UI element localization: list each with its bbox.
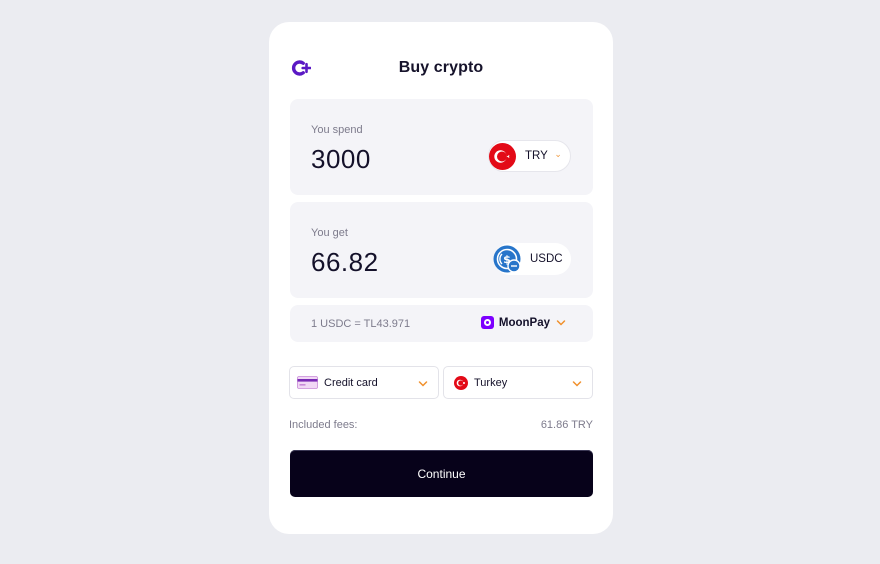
credit-card-icon	[297, 376, 318, 389]
turkey-flag-icon	[454, 375, 468, 390]
spend-panel: You spend 3000 TRY	[290, 99, 593, 195]
buy-crypto-widget: Buy crypto You spend 3000 TRY You get 66…	[269, 22, 613, 534]
chevron-down-icon	[572, 381, 582, 387]
payment-method-label: Credit card	[324, 376, 378, 389]
payment-method-select[interactable]: Credit card	[289, 366, 439, 399]
spend-currency-selector[interactable]: TRY	[488, 140, 571, 172]
chevron-down-icon	[418, 381, 428, 387]
rate-panel: 1 USDC = TL43.971 MoonPay	[290, 305, 593, 342]
moonpay-icon	[480, 316, 494, 329]
spend-amount-input[interactable]: 3000	[311, 144, 371, 175]
get-label: You get	[311, 227, 348, 239]
chevron-down-icon	[556, 319, 566, 326]
exchange-rate-text: 1 USDC = TL43.971	[311, 318, 411, 330]
get-currency-selector[interactable]: $ USDC	[493, 243, 571, 275]
page-title: Buy crypto	[398, 59, 484, 76]
fees-label: Included fees:	[289, 419, 358, 431]
turkey-flag-icon	[489, 142, 516, 170]
usdc-icon: $	[493, 245, 521, 273]
country-label: Turkey	[474, 376, 508, 389]
provider-selector[interactable]: MoonPay	[480, 316, 566, 329]
spend-label: You spend	[311, 124, 363, 136]
fees-value: 61.86 TRY	[540, 419, 593, 431]
spend-currency-code: TRY	[525, 150, 548, 162]
get-currency-code: USDC	[530, 253, 563, 265]
continue-button[interactable]: Continue	[290, 450, 593, 497]
get-panel: You get 66.82 $ USDC	[290, 202, 593, 298]
country-select[interactable]: Turkey	[443, 366, 593, 399]
provider-name: MoonPay	[498, 316, 550, 329]
chevron-down-icon	[556, 154, 560, 158]
get-amount-value: 66.82	[311, 247, 379, 277]
